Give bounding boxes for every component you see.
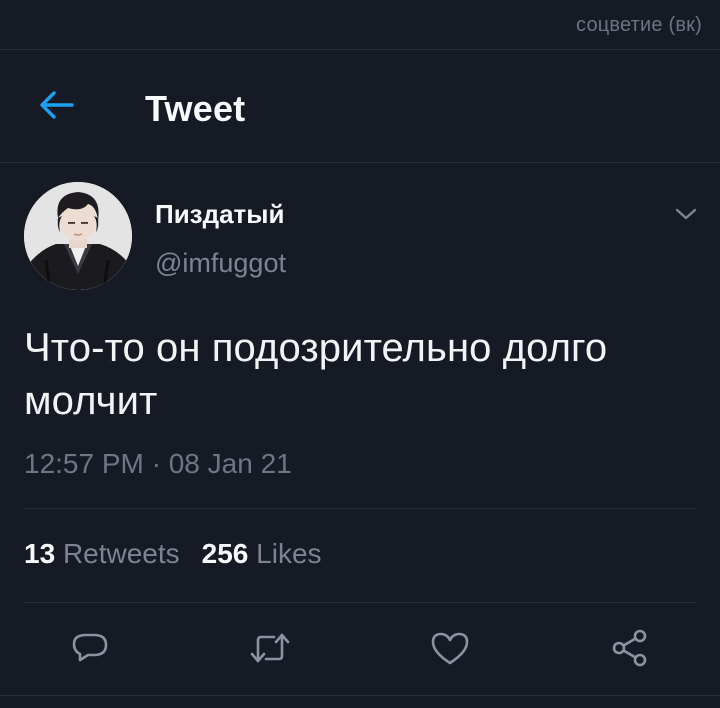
author-display-name[interactable]: Пиздатый [155,199,284,230]
watermark-text: соцветие (вк) [576,14,702,36]
retweet-icon [250,633,290,663]
likes-stat[interactable]: 256 Likes [202,538,322,570]
divider [0,695,720,696]
retweet-button[interactable] [248,626,292,670]
share-button[interactable] [608,626,652,670]
reply-icon [72,633,108,662]
likes-label: Likes [256,538,322,569]
back-button[interactable] [34,83,78,127]
likes-count: 256 [201,538,249,569]
divider [24,508,696,509]
tweet-stats: 13 Retweets 256 Likes [24,538,322,570]
divider [24,602,696,603]
page-title: Tweet [145,88,246,129]
avatar[interactable] [24,182,132,290]
heart-icon [431,632,469,665]
tweet-timestamp: 12:57 PM · 08 Jan 21 [24,448,292,479]
tweet-text: Что-то он подозрительно долго молчит [24,326,608,423]
retweets-count: 13 [24,538,56,569]
retweets-stat[interactable]: 13 Retweets [24,538,180,570]
reply-button[interactable] [68,626,112,670]
author-handle[interactable]: @imfuggot [155,248,286,279]
retweets-label: Retweets [62,538,180,569]
chevron-down-icon [675,208,697,220]
more-options-button[interactable] [670,200,702,228]
header-divider [0,162,720,163]
header: Tweet [0,50,720,162]
share-icon [612,629,647,667]
profile-photo [24,182,132,290]
arrow-left-icon [40,91,74,119]
like-button[interactable] [428,626,472,670]
